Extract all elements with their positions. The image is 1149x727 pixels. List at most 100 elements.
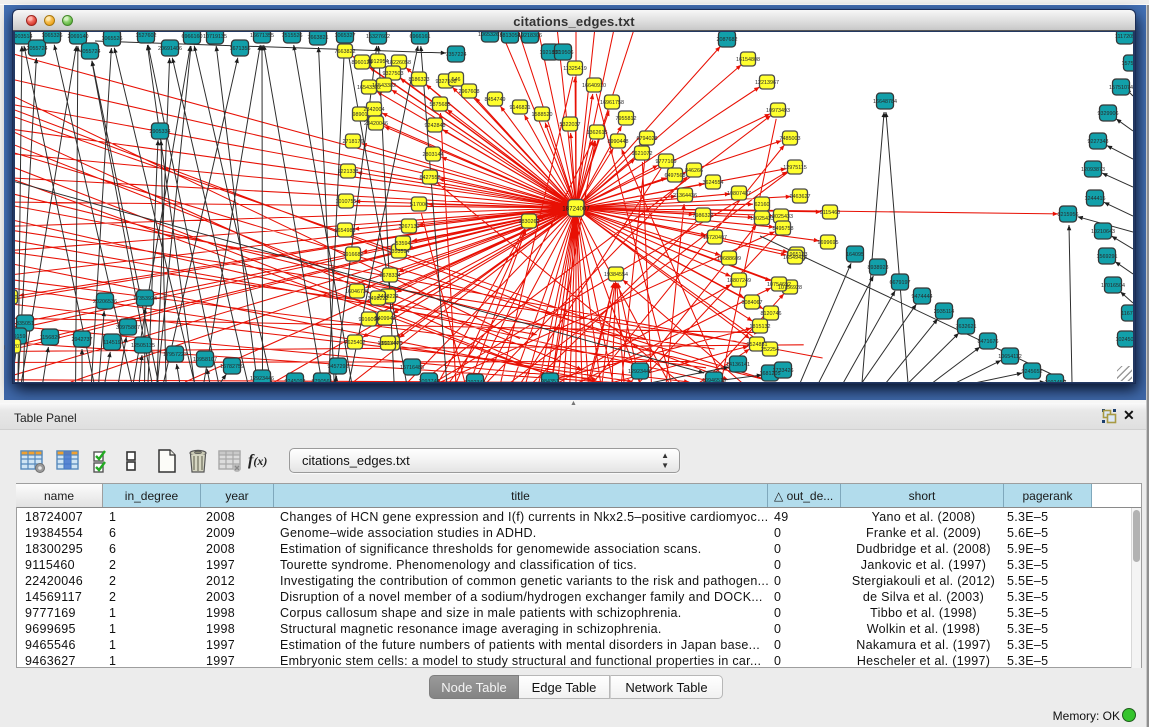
svg-text:1527602: 1527602 [136, 33, 157, 39]
svg-text:17353924: 17353924 [133, 296, 157, 302]
svg-text:2069140: 2069140 [68, 34, 89, 40]
svg-text:15716485: 15716485 [400, 365, 424, 371]
svg-text:1093744: 1093744 [419, 379, 440, 382]
svg-text:1092450: 1092450 [1045, 380, 1066, 382]
svg-text:1815132: 1815132 [750, 324, 771, 330]
svg-text:6966160: 6966160 [182, 34, 203, 40]
svg-text:18226058: 18226058 [387, 60, 411, 66]
svg-text:9245093: 9245093 [285, 379, 306, 382]
svg-text:8454749: 8454749 [485, 97, 506, 103]
svg-text:9329906: 9329906 [1098, 111, 1119, 117]
svg-text:9242848: 9242848 [425, 123, 446, 129]
svg-text:62160: 62160 [755, 202, 770, 208]
svg-text:1369144: 1369144 [378, 341, 399, 347]
svg-text:2905334: 2905334 [150, 129, 171, 135]
svg-text:984351: 984351 [541, 379, 559, 382]
svg-text:14136141: 14136141 [726, 362, 750, 368]
svg-text:1065326: 1065326 [42, 33, 63, 39]
svg-text:10958107: 10958107 [193, 357, 217, 363]
svg-text:6679197: 6679197 [890, 280, 911, 286]
svg-text:17957223: 17957223 [163, 352, 187, 358]
svg-text:9474444: 9474444 [912, 294, 933, 300]
svg-text:15720407: 15720407 [703, 235, 727, 241]
svg-text:7663822: 7663822 [335, 49, 356, 55]
svg-text:19218306: 19218306 [518, 33, 542, 39]
svg-text:39159: 39159 [15, 334, 26, 340]
svg-text:8215956: 8215956 [1058, 212, 1079, 218]
svg-text:12975115: 12975115 [783, 165, 807, 171]
svg-text:114519: 114519 [103, 340, 121, 346]
svg-text:1065526: 1065526 [102, 36, 123, 42]
svg-text:2718176: 2718176 [343, 139, 364, 145]
svg-text:7955812: 7955812 [616, 116, 637, 122]
svg-text:7485003: 7485003 [780, 136, 801, 142]
svg-text:10807487: 10807487 [727, 191, 751, 197]
svg-text:1024502: 1024502 [1116, 337, 1134, 343]
svg-text:335051: 335051 [16, 321, 34, 327]
svg-text:10653267: 10653267 [478, 32, 502, 38]
svg-text:1065327: 1065327 [335, 33, 356, 39]
svg-text:16671355: 16671355 [250, 33, 274, 39]
svg-text:9916094: 9916094 [359, 317, 380, 323]
svg-text:1156829: 1156829 [40, 335, 61, 341]
svg-text:98901: 98901 [353, 112, 368, 118]
svg-text:3498222: 3498222 [368, 296, 389, 302]
svg-text:7632621: 7632621 [956, 324, 977, 330]
svg-text:12093873: 12093873 [1081, 167, 1105, 173]
svg-text:16154808: 16154808 [736, 57, 760, 63]
svg-text:8678334: 8678334 [380, 273, 401, 279]
svg-text:9777169: 9777169 [656, 159, 677, 165]
svg-text:6497568: 6497568 [665, 173, 686, 179]
svg-text:1244415: 1244415 [1085, 196, 1106, 202]
svg-text:9115460: 9115460 [820, 210, 841, 216]
svg-text:10025433: 10025433 [750, 216, 774, 222]
svg-text:16543382: 16543382 [357, 85, 381, 91]
svg-text:8471676: 8471676 [978, 339, 999, 345]
svg-text:1010755: 1010755 [336, 199, 357, 205]
svg-text:2087682: 2087682 [717, 37, 738, 43]
svg-text:1588520: 1588520 [532, 112, 553, 118]
svg-text:1654985: 1654985 [335, 228, 356, 234]
svg-text:3267130: 3267130 [399, 224, 420, 230]
svg-text:15327602: 15327602 [366, 34, 390, 40]
svg-text:6966161: 6966161 [410, 34, 431, 40]
svg-text:2942737: 2942737 [72, 337, 93, 343]
svg-text:12923446: 12923446 [250, 376, 274, 382]
svg-text:2055724: 2055724 [27, 46, 48, 52]
svg-text:16961758: 16961758 [600, 100, 624, 106]
svg-text:9457291: 9457291 [328, 364, 349, 370]
svg-text:19384554: 19384554 [604, 272, 628, 278]
svg-text:10754692: 10754692 [767, 282, 791, 288]
svg-text:4055724: 4055724 [80, 49, 101, 55]
svg-text:546: 546 [452, 77, 461, 83]
svg-text:1292344: 1292344 [465, 380, 486, 382]
svg-text:8495758: 8495758 [773, 226, 794, 232]
svg-text:16782759: 16782759 [220, 364, 244, 370]
svg-text:41520: 41520 [15, 295, 18, 301]
svg-text:7663821: 7663821 [308, 35, 329, 41]
svg-text:2967608: 2967608 [459, 89, 480, 95]
svg-text:20691406: 20691406 [158, 46, 182, 52]
svg-text:3624554: 3624554 [703, 180, 724, 186]
svg-text:16640910: 16640910 [582, 83, 606, 89]
svg-text:18724007: 18724007 [562, 206, 590, 213]
svg-text:1569291: 1569291 [1097, 254, 1118, 260]
svg-text:16046736: 16046736 [345, 289, 369, 295]
svg-text:116753: 116753 [1121, 311, 1133, 317]
svg-text:23420046: 23420046 [364, 121, 388, 127]
svg-text:12923446: 12923446 [628, 369, 652, 375]
svg-text:10719135: 10719135 [203, 34, 227, 40]
svg-text:1221338: 1221338 [338, 169, 359, 175]
svg-text:6794028: 6794028 [637, 136, 658, 142]
svg-text:7357224: 7357224 [446, 52, 467, 58]
svg-text:1916682: 1916682 [343, 252, 364, 258]
svg-text:5875685: 5875685 [430, 102, 451, 108]
svg-text:415207: 415207 [15, 344, 22, 350]
svg-text:10210643: 10210643 [1091, 229, 1115, 235]
svg-text:252254: 252254 [761, 347, 779, 353]
svg-text:9463627: 9463627 [790, 194, 811, 200]
svg-text:9327503: 9327503 [383, 71, 404, 77]
svg-text:16648784: 16648784 [873, 99, 897, 105]
svg-text:8120746: 8120746 [761, 311, 782, 317]
svg-text:15751074: 15751074 [1109, 85, 1133, 91]
